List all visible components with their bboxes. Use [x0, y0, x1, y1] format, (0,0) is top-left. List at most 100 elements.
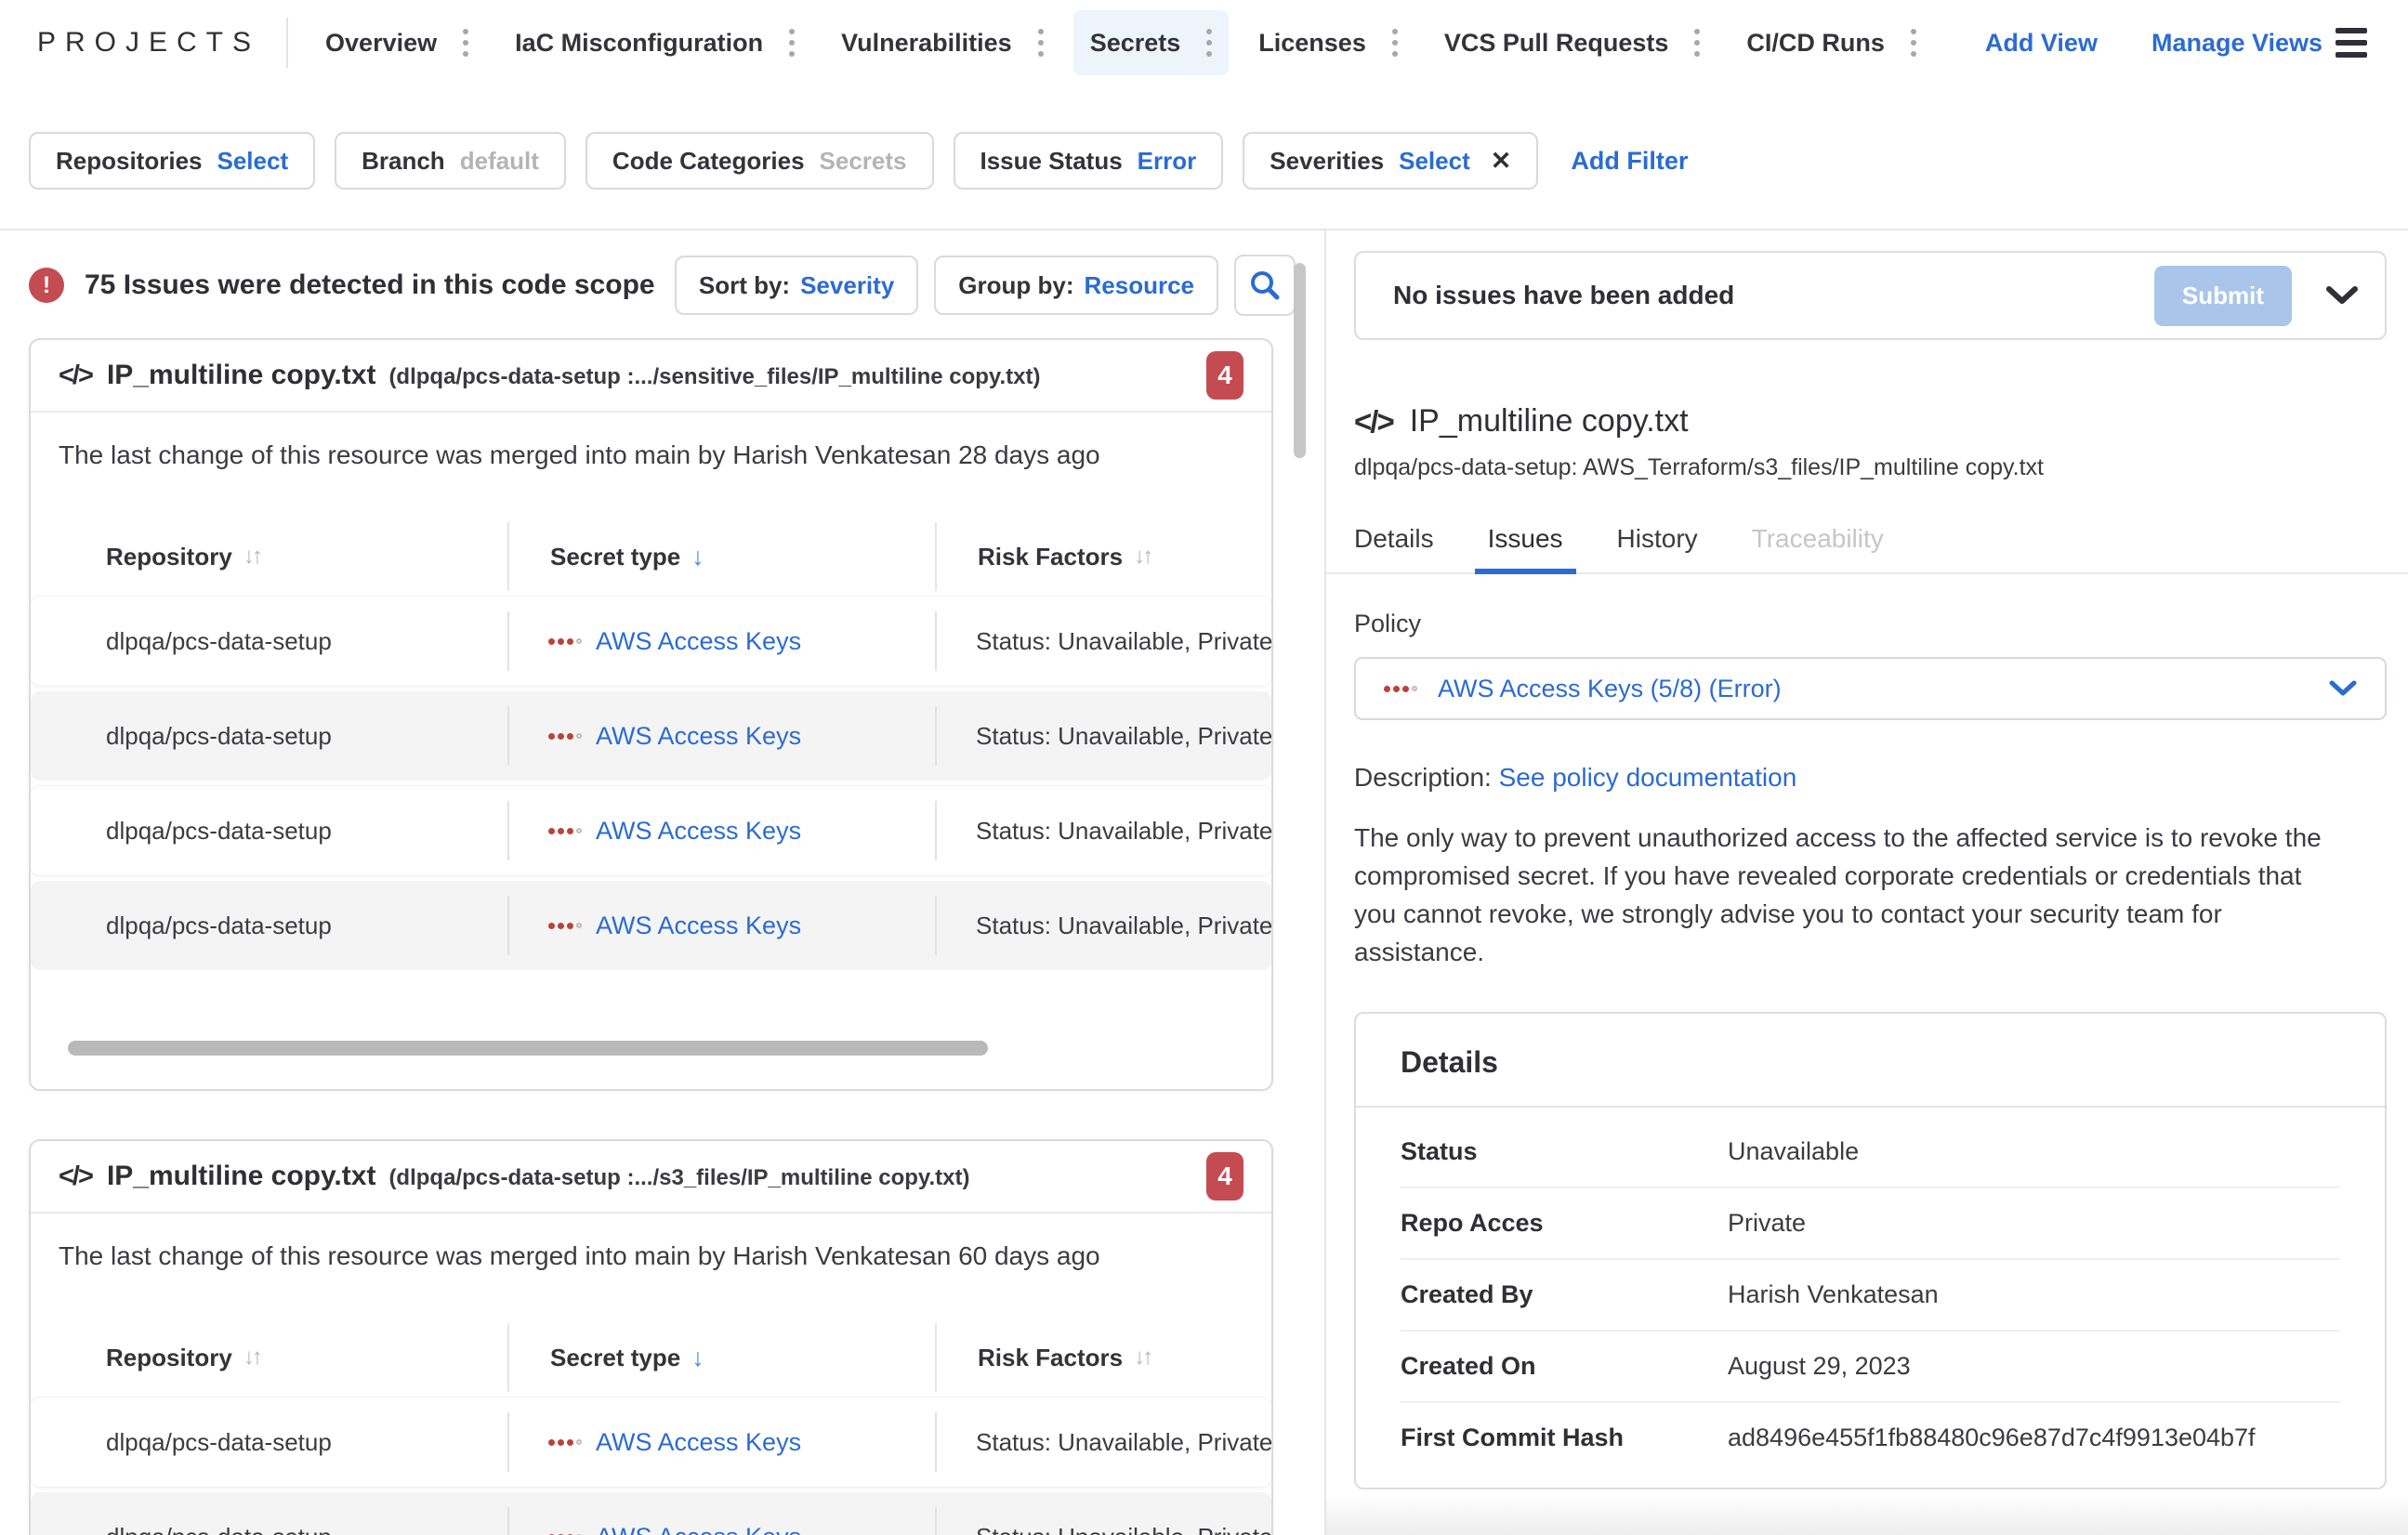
queue-message: No issues have been added	[1393, 281, 1734, 310]
kebab-menu-icon[interactable]	[1388, 25, 1401, 60]
table-row[interactable]: dlpqa/pcs-data-setup AWS Access Keys Sta…	[31, 1397, 1271, 1487]
nav-tab-licenses[interactable]: Licenses	[1242, 10, 1415, 75]
detail-row-first-commit-hash: First Commit Hash ad8496e455f1fb88480c96…	[1401, 1403, 2340, 1473]
secret-type-link[interactable]: AWS Access Keys	[596, 1523, 801, 1535]
resource-card-header[interactable]: </> IP_multiline copy.txt (dlpqa/pcs-dat…	[31, 1141, 1271, 1214]
detail-tabs: Details Issues History Traceability	[1326, 524, 2408, 574]
filter-value[interactable]: Error	[1138, 147, 1197, 176]
sort-both-icon[interactable]: ↓↑	[243, 544, 260, 570]
filter-code-categories[interactable]: Code Categories Secrets	[586, 132, 934, 190]
detail-value: August 29, 2023	[1728, 1352, 2340, 1381]
filter-issue-status[interactable]: Issue Status Error	[954, 132, 1224, 190]
nav-tab-overview[interactable]: Overview	[309, 10, 485, 75]
secret-type-link[interactable]: AWS Access Keys	[596, 722, 801, 751]
nav-tab-cicd-runs[interactable]: CI/CD Runs	[1730, 10, 1933, 75]
sort-both-icon[interactable]: ↓↑	[1134, 1345, 1151, 1371]
column-header-risk-factors[interactable]: Risk Factors↓↑	[935, 1323, 1271, 1392]
column-header-repository[interactable]: Repository↓↑	[31, 522, 507, 591]
column-header-secret-type[interactable]: Secret type↓	[507, 522, 935, 591]
sort-both-icon[interactable]: ↓↑	[243, 1345, 260, 1371]
resource-path: (dlpqa/pcs-data-setup :.../sensitive_fil…	[388, 361, 1040, 390]
secret-type-link[interactable]: AWS Access Keys	[596, 627, 801, 656]
secret-type-link[interactable]: AWS Access Keys	[596, 817, 801, 846]
secret-dots-icon	[548, 638, 582, 645]
sort-both-icon[interactable]: ↓↑	[1134, 544, 1151, 570]
horizontal-scrollbar[interactable]	[68, 1041, 988, 1056]
detail-label: Repo Acces	[1401, 1209, 1728, 1238]
chevron-down-icon[interactable]	[2325, 285, 2359, 306]
nav-tab-secrets[interactable]: Secrets	[1073, 10, 1230, 75]
group-by-label: Group by:	[958, 271, 1073, 300]
kebab-menu-icon[interactable]	[1203, 25, 1216, 60]
sort-by-control[interactable]: Sort by: Severity	[675, 256, 918, 315]
policy-documentation-link[interactable]: See policy documentation	[1499, 763, 1797, 792]
table-row[interactable]: dlpqa/pcs-data-setup AWS Access Keys Sta…	[31, 691, 1271, 781]
kebab-menu-icon[interactable]	[1907, 25, 1920, 60]
filter-branch[interactable]: Branch default	[335, 132, 566, 190]
filter-value[interactable]: Select	[217, 147, 289, 176]
sort-descending-icon[interactable]: ↓	[691, 543, 704, 571]
table-row[interactable]: dlpqa/pcs-data-setup AWS Access Keys Sta…	[31, 881, 1271, 970]
nav-tab-vulnerabilities[interactable]: Vulnerabilities	[824, 10, 1060, 75]
nav-tab-label: CI/CD Runs	[1746, 29, 1885, 58]
nav-tab-iac-misconfiguration[interactable]: IaC Misconfiguration	[498, 10, 811, 75]
table-row[interactable]: dlpqa/pcs-data-setup AWS Access Keys Sta…	[31, 786, 1271, 875]
secret-type-cell: AWS Access Keys	[507, 786, 935, 875]
submit-button[interactable]: Submit	[2154, 266, 2292, 326]
secret-type-cell: AWS Access Keys	[507, 1397, 935, 1487]
kebab-menu-icon[interactable]	[785, 25, 798, 60]
tab-details[interactable]: Details	[1354, 524, 1434, 572]
filter-value[interactable]: Select	[1399, 147, 1470, 176]
search-button[interactable]	[1234, 255, 1296, 316]
detail-value: Private	[1728, 1209, 2340, 1238]
add-filter-button[interactable]: Add Filter	[1571, 147, 1688, 176]
tab-traceability: Traceability	[1752, 524, 1884, 572]
filter-value[interactable]: default	[460, 147, 539, 176]
column-header-secret-type[interactable]: Secret type↓	[507, 1323, 935, 1392]
policy-value: AWS Access Keys (5/8) (Error)	[1438, 675, 1782, 703]
kebab-menu-icon[interactable]	[1034, 25, 1047, 60]
sort-by-label: Sort by:	[699, 271, 790, 300]
repository-cell: dlpqa/pcs-data-setup	[31, 881, 507, 970]
sort-descending-icon[interactable]: ↓	[691, 1344, 704, 1372]
table-row[interactable]: dlpqa/pcs-data-setup AWS Access Keys Sta…	[31, 597, 1271, 686]
tab-issues[interactable]: Issues	[1488, 524, 1563, 572]
description-line: Description: See policy documentation	[1354, 763, 2387, 793]
hamburger-menu-icon[interactable]	[2330, 22, 2373, 63]
policy-dropdown[interactable]: AWS Access Keys (5/8) (Error)	[1354, 657, 2387, 720]
issues-table: Repository↓↑ Secret type↓ Risk Factors↓↑…	[31, 1323, 1271, 1535]
issues-table: Repository↓↑ Secret type↓ Risk Factors↓↑…	[31, 522, 1271, 1089]
add-view-button[interactable]: Add View	[1985, 29, 2098, 58]
filter-label: Issue Status	[980, 147, 1123, 176]
secret-type-link[interactable]: AWS Access Keys	[596, 912, 801, 940]
resource-card-header[interactable]: </> IP_multiline copy.txt (dlpqa/pcs-dat…	[31, 340, 1271, 413]
group-by-control[interactable]: Group by: Resource	[934, 256, 1218, 315]
column-header-risk-factors[interactable]: Risk Factors↓↑	[935, 522, 1271, 591]
sort-by-value[interactable]: Severity	[800, 271, 894, 300]
detail-side-panel: No issues have been added Submit </> IP_…	[1324, 230, 2408, 1535]
group-by-value[interactable]: Resource	[1085, 271, 1195, 300]
secret-type-cell: AWS Access Keys	[507, 691, 935, 781]
table-row[interactable]: dlpqa/pcs-data-setup AWS Access Keys Sta…	[31, 1492, 1271, 1535]
secret-type-link[interactable]: AWS Access Keys	[596, 1428, 801, 1457]
resource-title: IP_multiline copy.txt	[107, 1161, 376, 1192]
nav-tab-vcs-pull-requests[interactable]: VCS Pull Requests	[1428, 10, 1717, 75]
manage-views-button[interactable]: Manage Views	[2151, 29, 2322, 58]
divider	[286, 18, 288, 68]
filter-label: Severities	[1270, 147, 1384, 176]
nav-tab-label: Secrets	[1090, 29, 1181, 58]
tab-history[interactable]: History	[1617, 524, 1698, 572]
details-card-title: Details	[1356, 1014, 2385, 1108]
filter-repositories[interactable]: Repositories Select	[29, 132, 315, 190]
filter-value[interactable]: Secrets	[820, 147, 907, 176]
detail-value: Unavailable	[1728, 1137, 2340, 1166]
resource-title: IP_multiline copy.txt	[107, 360, 376, 391]
issues-summary: 75 Issues were detected in this code sco…	[85, 269, 655, 301]
kebab-menu-icon[interactable]	[459, 25, 472, 60]
kebab-menu-icon[interactable]	[1691, 25, 1704, 60]
column-header-repository[interactable]: Repository↓↑	[31, 1323, 507, 1392]
filter-severities[interactable]: Severities Select ✕	[1243, 132, 1538, 190]
description-body: The only way to prevent unauthorized acc…	[1354, 819, 2330, 971]
vertical-scrollbar[interactable]	[1294, 263, 1306, 458]
remove-filter-icon[interactable]: ✕	[1491, 147, 1512, 176]
